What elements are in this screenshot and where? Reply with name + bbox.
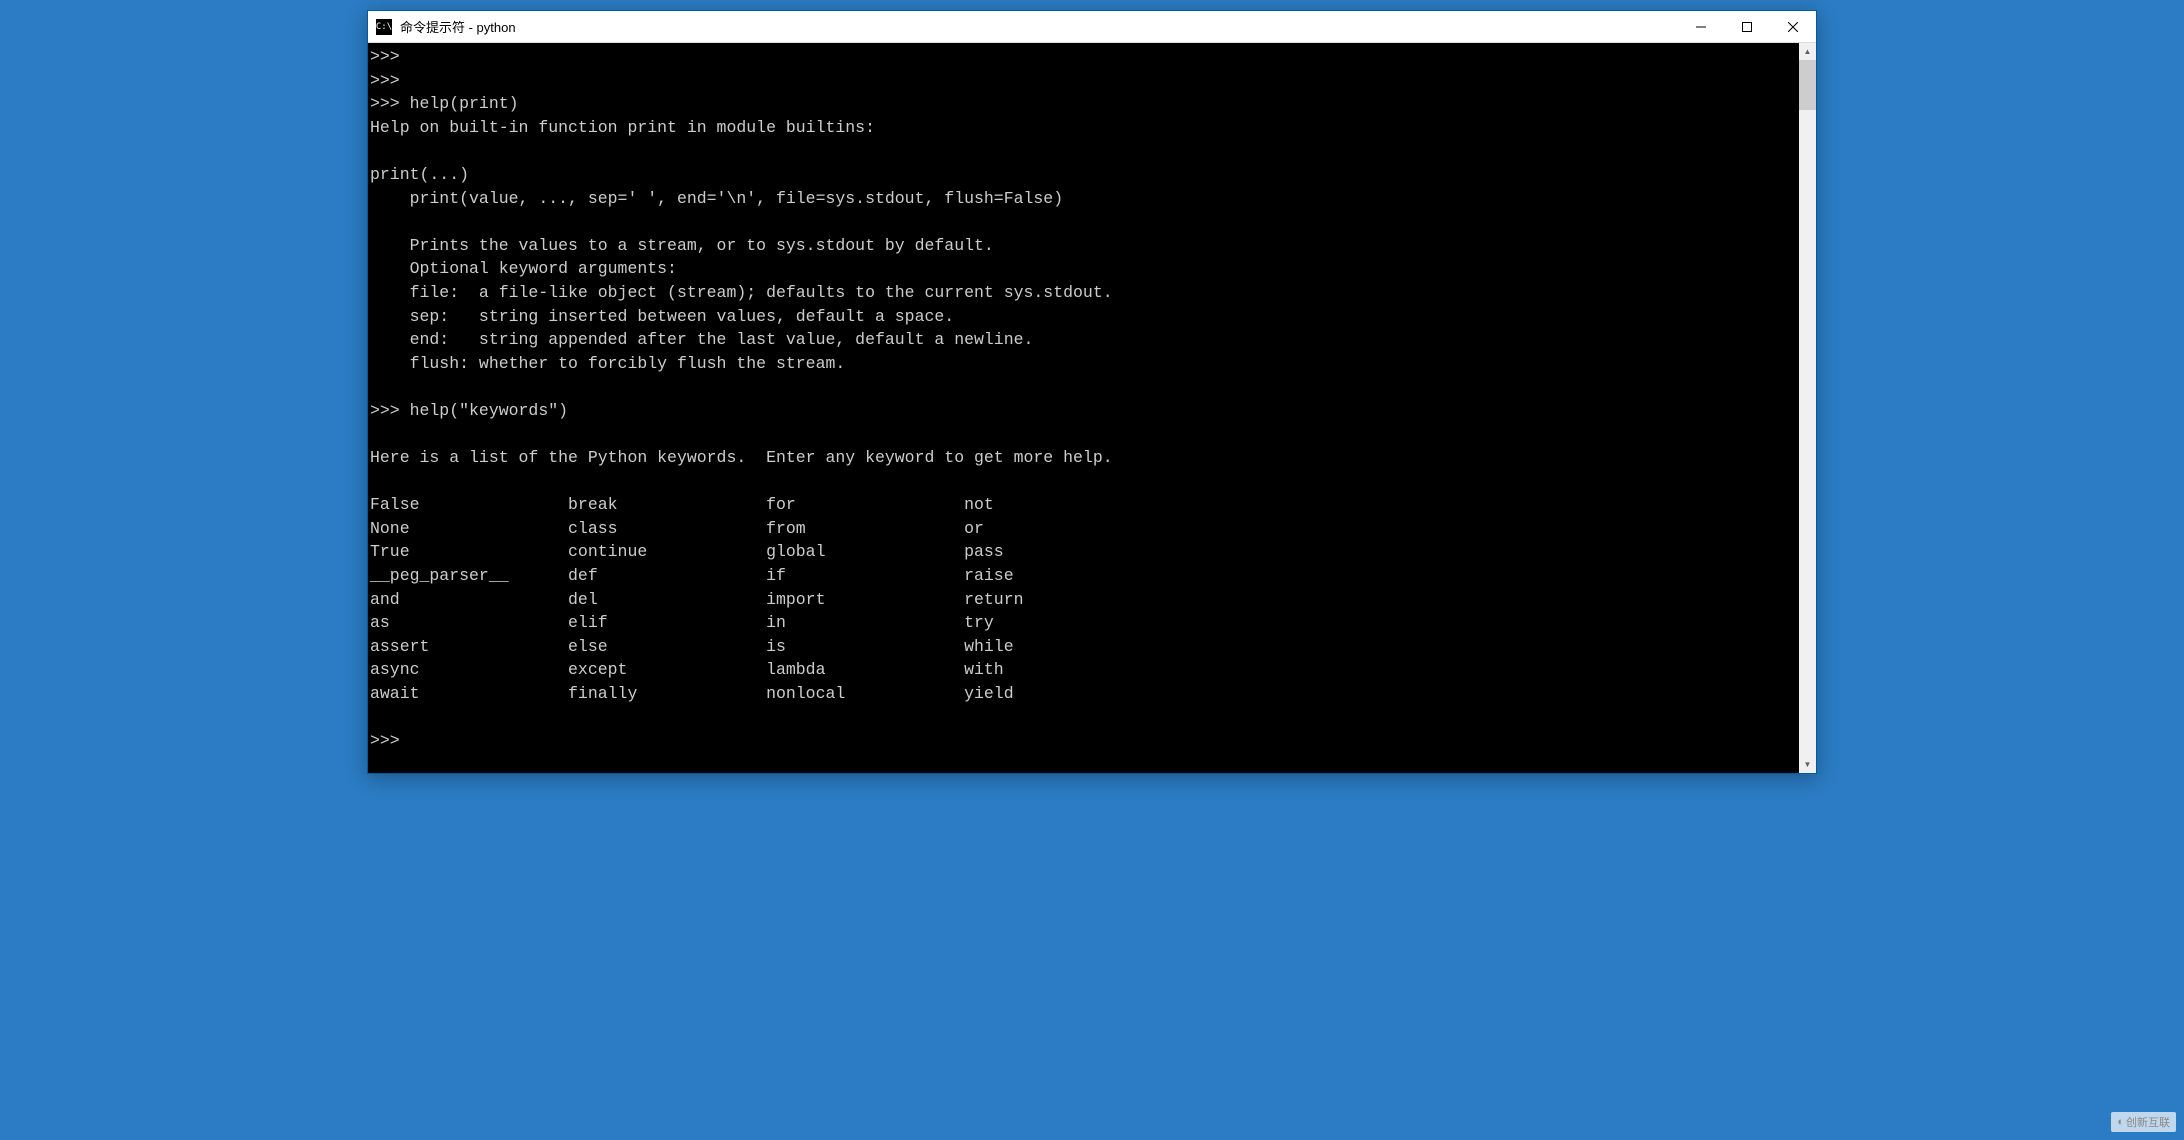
watermark-logo-icon: ◐ [2117,1116,2124,1128]
scroll-up-arrow-icon[interactable]: ▲ [1799,43,1816,60]
cmd-icon: C:\ [376,19,392,35]
minimize-button[interactable] [1678,11,1724,42]
scroll-down-arrow-icon[interactable]: ▼ [1799,756,1816,773]
window-title: 命令提示符 - python [400,17,1678,36]
terminal-wrapper: >>> >>> >>> help(print) Help on built-in… [368,43,1816,773]
scroll-thumb[interactable] [1799,60,1816,110]
watermark: ◐ 创新互联 [2111,1112,2176,1132]
vertical-scrollbar[interactable]: ▲ ▼ [1799,43,1816,773]
scroll-track[interactable] [1799,60,1816,756]
window-controls [1678,11,1816,42]
maximize-button[interactable] [1724,11,1770,42]
watermark-text: 创新互联 [2126,1114,2170,1130]
terminal-output[interactable]: >>> >>> >>> help(print) Help on built-in… [368,43,1799,773]
command-prompt-window: C:\ 命令提示符 - python >>> >>> >>> help(prin… [367,10,1817,774]
titlebar[interactable]: C:\ 命令提示符 - python [368,11,1816,43]
close-button[interactable] [1770,11,1816,42]
